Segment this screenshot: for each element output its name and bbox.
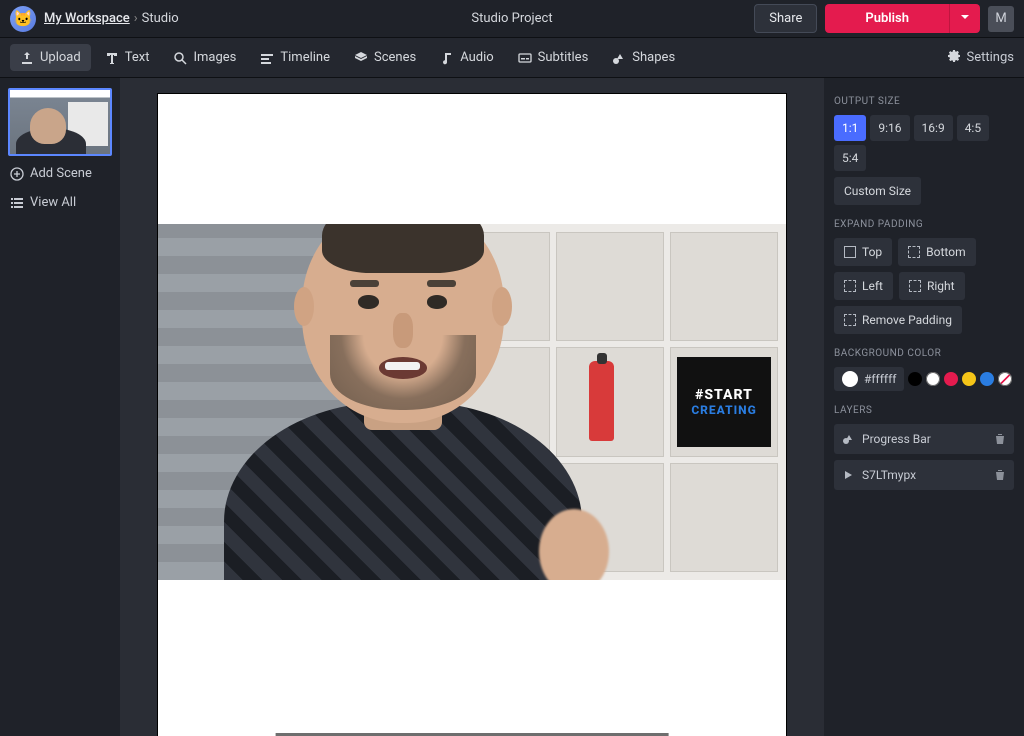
pad-right-button[interactable]: Right bbox=[899, 272, 965, 300]
bg-hex-text: #ffffff bbox=[864, 372, 896, 386]
video-layer[interactable]: #STARTCREATING bbox=[158, 224, 786, 580]
publish-dropdown[interactable] bbox=[949, 4, 980, 33]
shapes-tool[interactable]: Shapes bbox=[602, 44, 685, 71]
bg-color-value[interactable]: #ffffff bbox=[834, 367, 904, 391]
audio-label: Audio bbox=[460, 50, 493, 65]
share-button[interactable]: Share bbox=[754, 4, 817, 33]
ratio-16-9[interactable]: 16:9 bbox=[914, 115, 953, 141]
pad-bottom-button[interactable]: Bottom bbox=[898, 238, 975, 266]
gear-icon bbox=[947, 49, 961, 67]
palette-blue[interactable] bbox=[980, 372, 994, 386]
canvas-area: #STARTCREATING bbox=[120, 78, 824, 736]
add-scene-button[interactable]: Add Scene bbox=[8, 162, 112, 185]
text-tool[interactable]: Text bbox=[95, 44, 160, 71]
layer-item[interactable]: S7LTmypx bbox=[834, 460, 1014, 490]
audio-tool[interactable]: Audio bbox=[430, 44, 503, 71]
upload-tool[interactable]: Upload bbox=[10, 44, 91, 71]
subtitles-icon bbox=[518, 51, 532, 65]
images-label: Images bbox=[193, 50, 236, 65]
properties-panel: OUTPUT SIZE 1:1 9:16 16:9 4:5 5:4 Custom… bbox=[824, 78, 1024, 736]
remove-padding-button[interactable]: Remove Padding bbox=[834, 306, 962, 334]
shapes-label: Shapes bbox=[632, 50, 675, 65]
view-all-button[interactable]: View All bbox=[8, 191, 112, 214]
upload-icon bbox=[20, 51, 34, 65]
timeline-label: Timeline bbox=[280, 50, 330, 65]
canvas[interactable]: #STARTCREATING bbox=[158, 94, 786, 736]
sign-text-2: CREATING bbox=[691, 403, 756, 417]
play-icon bbox=[842, 469, 854, 481]
square-dashed-icon bbox=[908, 246, 920, 258]
swatch-preview bbox=[842, 371, 858, 387]
layer-name: Progress Bar bbox=[862, 432, 931, 446]
timeline-tool[interactable]: Timeline bbox=[250, 44, 340, 71]
shapes-icon bbox=[842, 433, 854, 445]
scenes-label: Scenes bbox=[374, 50, 416, 65]
text-label: Text bbox=[125, 50, 150, 65]
user-avatar[interactable]: M bbox=[988, 6, 1014, 32]
square-dashed-icon bbox=[844, 280, 856, 292]
scene-thumbnail[interactable]: 9s bbox=[8, 88, 112, 156]
settings-button[interactable]: Settings bbox=[947, 49, 1014, 67]
pad-left-button[interactable]: Left bbox=[834, 272, 893, 300]
palette-red[interactable] bbox=[944, 372, 958, 386]
sign-text-1: #START bbox=[695, 387, 753, 403]
palette-none[interactable] bbox=[998, 372, 1012, 386]
square-icon bbox=[844, 246, 856, 258]
scenes-panel: 9s Add Scene View All bbox=[0, 78, 120, 736]
palette-black[interactable] bbox=[908, 372, 922, 386]
ratio-4-5[interactable]: 4:5 bbox=[957, 115, 989, 141]
list-icon bbox=[10, 196, 24, 210]
images-tool[interactable]: Images bbox=[163, 44, 246, 71]
top-bar: 🐱 My Workspace›Studio Studio Project Sha… bbox=[0, 0, 1024, 38]
view-all-label: View All bbox=[30, 195, 76, 210]
publish-button[interactable]: Publish bbox=[825, 4, 949, 33]
ratio-1-1[interactable]: 1:1 bbox=[834, 115, 866, 141]
settings-label: Settings bbox=[967, 50, 1014, 65]
palette-yellow[interactable] bbox=[962, 372, 976, 386]
app-logo[interactable]: 🐱 bbox=[10, 6, 36, 32]
custom-size-button[interactable]: Custom Size bbox=[834, 177, 921, 205]
plus-circle-icon bbox=[10, 167, 24, 181]
subtitles-tool[interactable]: Subtitles bbox=[508, 44, 599, 71]
music-note-icon bbox=[440, 51, 454, 65]
expand-padding-label: EXPAND PADDING bbox=[834, 219, 1014, 230]
ratio-5-4[interactable]: 5:4 bbox=[834, 145, 866, 171]
ratio-9-16[interactable]: 9:16 bbox=[870, 115, 909, 141]
add-scene-label: Add Scene bbox=[30, 166, 92, 181]
breadcrumb: My Workspace›Studio bbox=[44, 11, 179, 26]
layer-name: S7LTmypx bbox=[862, 468, 916, 482]
layer-item[interactable]: Progress Bar bbox=[834, 424, 1014, 454]
breadcrumb-current: Studio bbox=[142, 11, 179, 26]
square-dashed-icon bbox=[844, 314, 856, 326]
layers-icon bbox=[354, 51, 368, 65]
timeline-icon bbox=[260, 51, 274, 65]
shapes-icon bbox=[612, 51, 626, 65]
toolbar: Upload Text Images Timeline Scenes Audio… bbox=[0, 38, 1024, 78]
trash-icon[interactable] bbox=[994, 469, 1006, 481]
search-icon bbox=[173, 51, 187, 65]
layers-label: LAYERS bbox=[834, 405, 1014, 416]
chevron-down-icon bbox=[960, 12, 970, 22]
pad-top-button[interactable]: Top bbox=[834, 238, 892, 266]
workspace-link[interactable]: My Workspace bbox=[44, 11, 130, 26]
scenes-tool[interactable]: Scenes bbox=[344, 44, 426, 71]
bg-color-label: BACKGROUND COLOR bbox=[834, 348, 1014, 359]
upload-label: Upload bbox=[40, 50, 81, 65]
output-size-label: OUTPUT SIZE bbox=[834, 96, 1014, 107]
square-dashed-icon bbox=[909, 280, 921, 292]
trash-icon[interactable] bbox=[994, 433, 1006, 445]
palette-white[interactable] bbox=[926, 372, 940, 386]
text-icon bbox=[105, 51, 119, 65]
project-title[interactable]: Studio Project bbox=[471, 11, 552, 26]
subtitles-label: Subtitles bbox=[538, 50, 589, 65]
